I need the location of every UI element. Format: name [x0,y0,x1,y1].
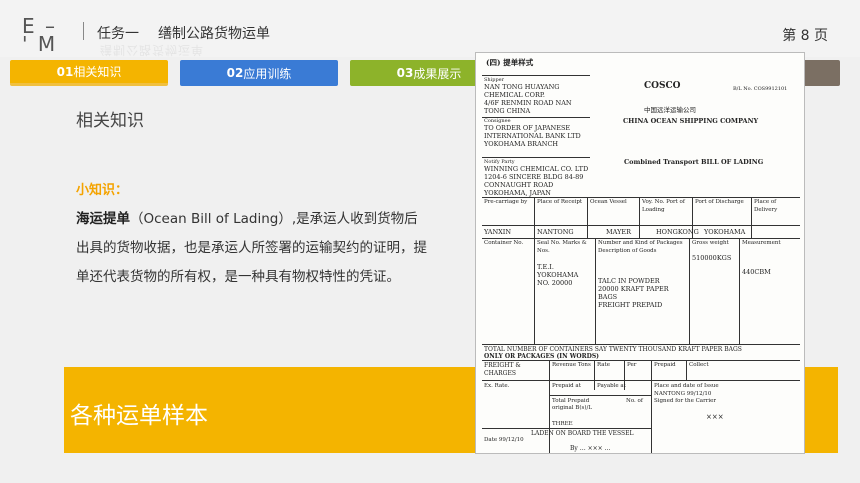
doc-heading: (四) 提单样式 [486,58,534,67]
tab-label: 应用训练 [243,66,292,81]
doc-combined: Combined Transport BILL OF LADING [624,158,764,166]
doc-no-of: No. of [626,398,643,404]
tip-label: 小知识： [76,183,129,198]
doc-marks-3: NO. 20000 [537,279,573,287]
tab-label: 成果展示 [413,66,462,81]
doc-sign-marks: ××× [706,413,724,421]
doc-signed: Signed for the Carrier [654,398,716,404]
doc-h-delivery: Place of Delivery [754,199,778,213]
doc-consignee-3: YOKOHAMA BRANCH [484,140,559,148]
banner-title: 各种运单样本 [70,403,208,429]
logo: E – ' M [22,14,58,56]
doc-h-loading: Voy. No. Port of Loading [642,199,685,213]
doc-gross-label: Gross weight [692,240,729,246]
doc-place-date: Place and date of Issue [654,383,719,389]
doc-h-vessel: Ocean Vessel [590,199,627,205]
tab-applied-training[interactable]: 02 应用训练 [180,60,338,86]
tab-related-knowledge[interactable]: 01 相关知识 [10,60,168,86]
body-text: 海运提单（Ocean Bill of Lading）,是承运人收到货物后出具的货… [76,205,428,292]
doc-by: By … ××× … [570,445,611,452]
page-number: 第 8 页 [782,28,828,44]
doc-v-receipt: NANTONG [537,228,574,236]
header-divider [83,22,84,40]
doc-measure-label: Measurement [742,240,781,246]
tab-number: 03 [396,66,414,80]
doc-rate: Rate [597,362,611,368]
doc-date: Date 99/12/10 [484,437,524,443]
tab-number: 01 [56,64,74,79]
tab-label: 相关知识 [73,65,122,79]
doc-bl-no: B/L No. COS9912101 [733,86,788,92]
doc-container-label: Container No. [484,240,524,246]
task-title-reflection: 缮制公路货物运单 [100,43,205,57]
doc-revenue: Revenue Tons [552,362,591,368]
doc-v-discharge: YOKOHAMA [704,228,746,236]
doc-ex-rate: Ex. Rate. [484,383,510,389]
section-title: 相关知识 [76,111,144,131]
doc-seal-label: Seal No. Marks & Nos. [537,240,587,254]
doc-prepaid-at: Prepaid at [552,383,581,389]
doc-gross: 510000KGS [692,254,732,262]
bill-of-lading-image: (四) 提单样式 Shipper NAN TONG HUAYANG CHEMIC… [475,52,805,454]
task-title: 缮制公路货物运单 [158,26,270,42]
doc-h-receipt: Place of Receipt [537,199,583,205]
doc-measure: 440CBM [742,268,771,276]
doc-cosco: COSCO [644,81,681,91]
doc-h-discharge: Port of Discharge [695,199,744,205]
doc-v-loading: HONGKONG [656,228,699,236]
doc-per: Per [627,362,637,368]
term: 海运提单 [76,211,130,227]
doc-original: original B(s)/L [552,405,592,411]
header-bar: E – ' M 任务一 缮制公路货物运单 缮制公路货物运单 第 8 页 [0,0,860,57]
doc-company-en: CHINA OCEAN SHIPPING COMPANY [623,117,759,125]
doc-number-kind: Number and Kind of Packages Description … [598,240,683,254]
doc-v-vessel: MAYER [606,228,632,236]
doc-company-cn: 中国远洋运输公司 [644,106,696,114]
doc-v-precarriage: YANXIN [484,228,512,236]
doc-shipper-4: TONG CHINA [484,107,531,115]
doc-goods-4: FREIGHT PREPAID [598,301,663,309]
doc-collect: Collect [689,362,709,368]
doc-laden: LADEN ON BOARD THE VESSEL [531,430,634,437]
task-label: 任务一 [97,26,139,42]
doc-h-precarriage: Pre-carriage by [484,199,528,205]
tab-number: 02 [226,66,244,80]
doc-freight-label: FREIGHT & CHARGES [484,362,521,377]
doc-payable-at: Payable at [597,383,626,389]
slide: E – ' M 任务一 缮制公路货物运单 缮制公路货物运单 第 8 页 01 相关… [0,0,860,483]
doc-prepaid: Prepaid [654,362,676,368]
